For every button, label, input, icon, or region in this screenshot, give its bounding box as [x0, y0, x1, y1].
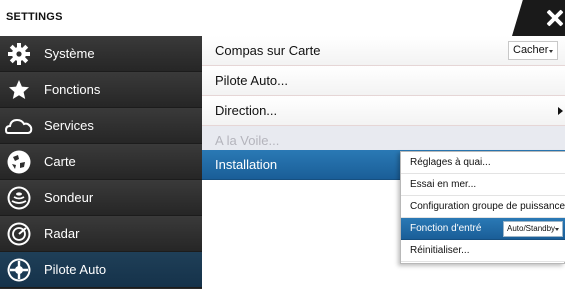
- close-icon: [546, 9, 564, 27]
- sidebar-item-label: Fonctions: [44, 82, 101, 97]
- gear-icon: [4, 40, 34, 68]
- row-label: Installation: [215, 157, 278, 172]
- chart-icon: [4, 148, 34, 176]
- fonction-entre-select[interactable]: Auto/Standby: [503, 221, 563, 237]
- autopilot-icon: [4, 256, 34, 284]
- sidebar-item-label: Système: [44, 46, 95, 61]
- submenu-item-label: Fonction d'entré: [410, 223, 482, 234]
- submenu-item-configuration-groupe[interactable]: Configuration groupe de puissance...: [401, 196, 565, 218]
- select-value: Cacher: [513, 44, 549, 56]
- radar-icon: [4, 220, 34, 248]
- sidebar-item-services[interactable]: Services: [0, 108, 202, 144]
- sidebar-item-systeme[interactable]: Système: [0, 36, 202, 72]
- close-button[interactable]: [512, 0, 565, 36]
- row-label: Pilote Auto...: [215, 73, 288, 88]
- sidebar-item-label: Services: [44, 118, 94, 133]
- sidebar-item-pilote-auto[interactable]: Pilote Auto: [0, 252, 202, 288]
- chevron-down-icon: [555, 228, 559, 231]
- compas-select[interactable]: Cacher: [508, 41, 558, 60]
- sidebar-item-radar[interactable]: Radar: [0, 216, 202, 252]
- page-title: SETTINGS: [6, 11, 63, 23]
- row-label: A la Voile...: [215, 133, 280, 148]
- submenu-item-label: Essai en mer...: [410, 179, 477, 190]
- sidebar-item-carte[interactable]: Carte: [0, 144, 202, 180]
- sidebar-item-sondeur[interactable]: Sondeur: [0, 180, 202, 216]
- chevron-right-icon: [558, 107, 563, 115]
- row-label: Direction...: [215, 103, 278, 118]
- installation-submenu: Réglages à quai... Essai en mer... Confi…: [400, 151, 565, 264]
- submenu-item-reinitialiser[interactable]: Réinitialiser...: [401, 240, 565, 262]
- sonar-icon: [4, 184, 34, 212]
- row-label: Compas sur Carte: [215, 43, 321, 58]
- sidebar-item-label: Pilote Auto: [44, 262, 107, 277]
- row-compas-sur-carte[interactable]: Compas sur Carte Cacher: [202, 36, 565, 66]
- submenu-item-label: Réinitialiser...: [410, 245, 470, 256]
- submenu-item-label: Réglages à quai...: [410, 157, 491, 168]
- settings-sidebar: Système Fonctions Services Carte Sondeur…: [0, 36, 202, 289]
- sidebar-item-label: Carte: [44, 154, 76, 169]
- submenu-item-reglages-a-quai[interactable]: Réglages à quai...: [401, 152, 565, 174]
- row-pilote-auto[interactable]: Pilote Auto...: [202, 66, 565, 96]
- star-icon: [4, 76, 34, 104]
- select-value: Auto/Standby: [507, 224, 556, 233]
- submenu-item-label: Configuration groupe de puissance...: [410, 201, 565, 212]
- row-direction[interactable]: Direction...: [202, 96, 565, 126]
- sidebar-item-label: Sondeur: [44, 190, 94, 205]
- cloud-icon: [4, 112, 34, 140]
- submenu-item-fonction-entre[interactable]: Fonction d'entré Auto/Standby: [401, 218, 565, 240]
- sidebar-item-label: Radar: [44, 226, 80, 241]
- chevron-down-icon: [549, 50, 553, 53]
- submenu-item-essai-en-mer[interactable]: Essai en mer...: [401, 174, 565, 196]
- settings-header: SETTINGS: [0, 0, 565, 36]
- sidebar-item-fonctions[interactable]: Fonctions: [0, 72, 202, 108]
